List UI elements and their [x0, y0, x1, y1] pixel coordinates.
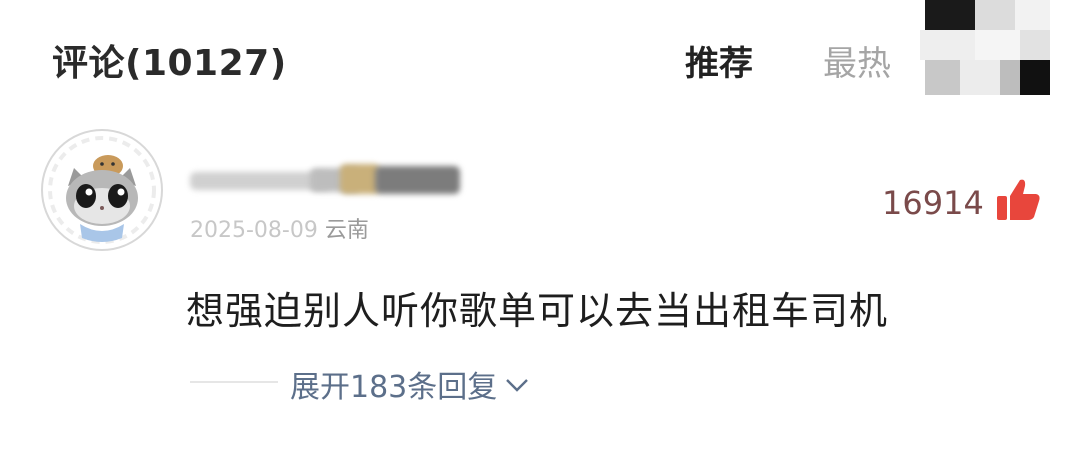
thumbs-up-icon[interactable]: [994, 176, 1042, 224]
expand-replies-label: 展开183条回复: [290, 370, 498, 405]
like-count[interactable]: 16914: [882, 184, 984, 222]
comments-header: 评论(10127) 推荐 最热: [0, 0, 1080, 115]
pixelated-overlay: [920, 0, 1080, 100]
comment-location: 云南: [324, 218, 369, 243]
chevron-down-icon: [503, 371, 531, 399]
divider: [190, 381, 278, 383]
user-avatar[interactable]: [38, 126, 166, 254]
comment-body: 想强迫别人听你歌单可以去当出租车司机: [186, 289, 889, 333]
comment-meta: 2025-08-09 云南: [190, 212, 369, 244]
comments-title: 评论(10127): [52, 43, 287, 84]
username-obscured[interactable]: [190, 162, 480, 202]
tab-hottest[interactable]: 最热: [823, 36, 891, 85]
expand-replies-button[interactable]: 展开183条回复: [290, 362, 531, 406]
tab-recommended[interactable]: 推荐: [685, 36, 753, 85]
comment-date: 2025-08-09: [190, 218, 318, 243]
